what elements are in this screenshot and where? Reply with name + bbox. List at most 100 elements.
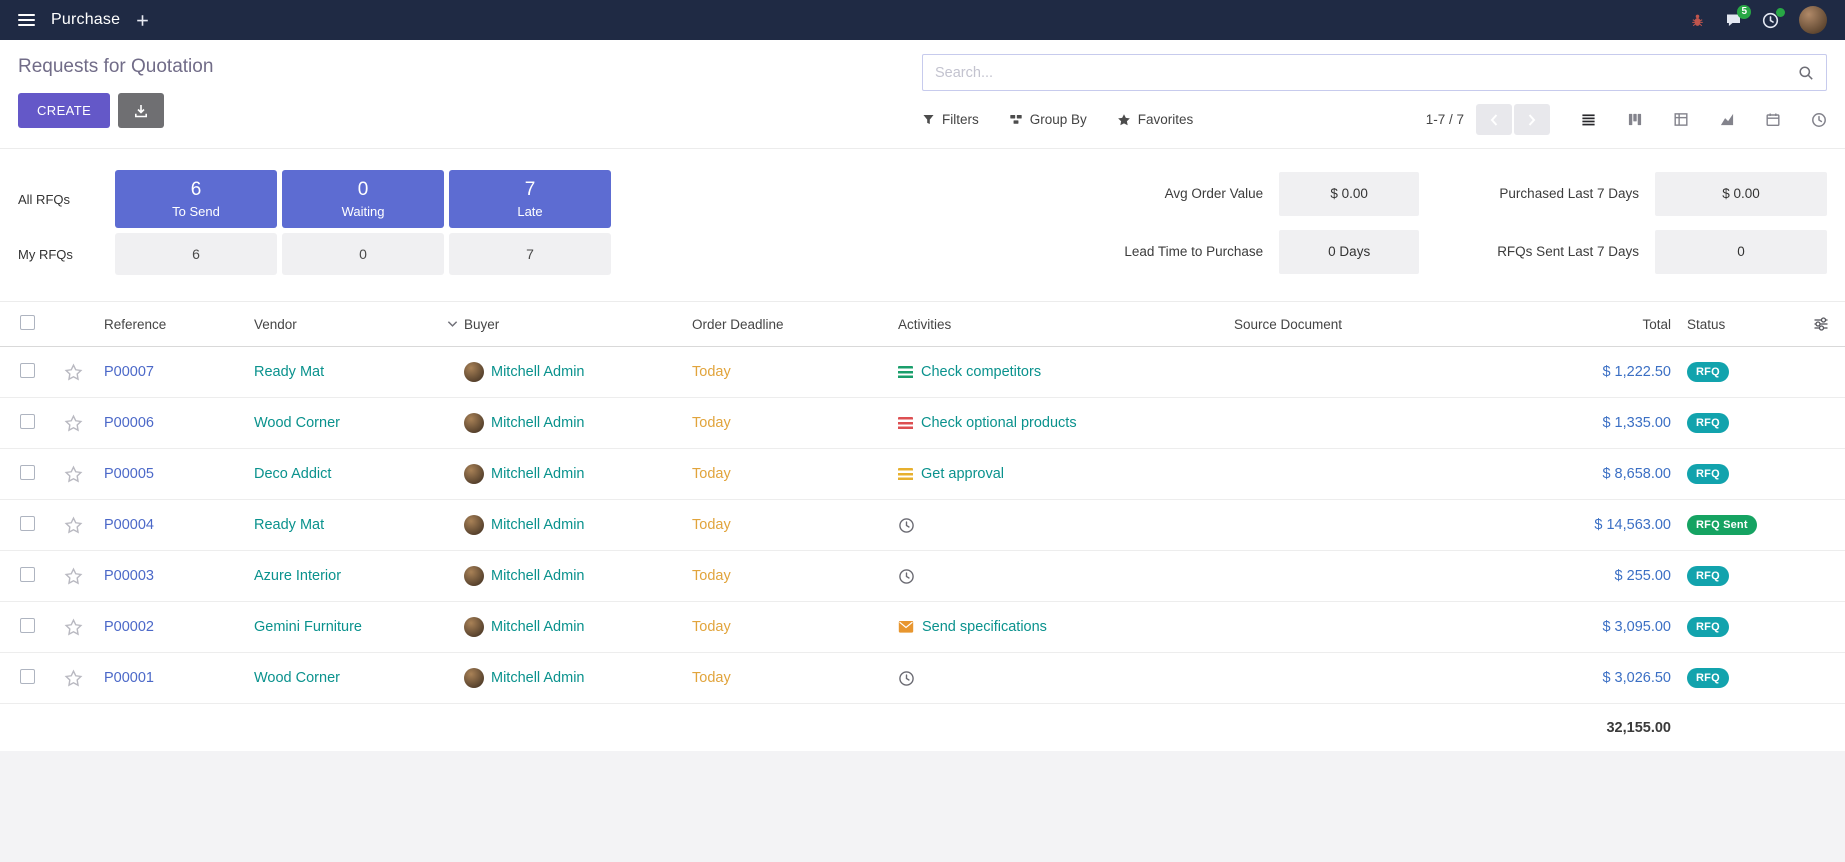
column-header-order-deadline[interactable]: Order Deadline	[692, 317, 898, 332]
table-row[interactable]: P00002 Gemini Furniture Mitchell Admin T…	[0, 602, 1845, 653]
buyer-link[interactable]: Mitchell Admin	[491, 568, 584, 584]
pivot-view-icon[interactable]	[1673, 112, 1689, 127]
column-header-reference[interactable]: Reference	[104, 317, 254, 332]
group-by-button[interactable]: Group By	[1009, 112, 1087, 127]
reference-link[interactable]: P00005	[104, 466, 154, 482]
reference-link[interactable]: P00003	[104, 568, 154, 584]
column-header-vendor[interactable]: Vendor	[254, 317, 464, 332]
activity-view-icon[interactable]	[1811, 112, 1827, 128]
checklist-icon[interactable]	[898, 468, 913, 481]
calendar-view-icon[interactable]	[1765, 112, 1781, 127]
kpi-value-avg-order-value[interactable]: $ 0.00	[1279, 172, 1419, 216]
activities-clock-icon[interactable]	[1762, 12, 1779, 29]
create-button[interactable]: CREATE	[18, 93, 110, 128]
reference-link[interactable]: P00001	[104, 670, 154, 686]
buyer-link[interactable]: Mitchell Admin	[491, 415, 584, 431]
checklist-icon[interactable]	[898, 417, 913, 430]
star-icon[interactable]	[64, 465, 83, 484]
purchase-dashboard: All RFQs 6 To Send 0 Waiting 7 Late My R…	[0, 149, 1845, 301]
star-icon[interactable]	[64, 567, 83, 586]
pager-next-button[interactable]	[1514, 104, 1550, 135]
reference-link[interactable]: P00002	[104, 619, 154, 635]
activity-label[interactable]: Check optional products	[921, 415, 1077, 431]
app-name[interactable]: Purchase	[51, 11, 120, 29]
user-avatar[interactable]	[1799, 6, 1827, 34]
message-count-badge: 5	[1737, 5, 1751, 19]
reference-link[interactable]: P00006	[104, 415, 154, 431]
buyer-link[interactable]: Mitchell Admin	[491, 670, 584, 686]
kanban-view-icon[interactable]	[1627, 112, 1643, 127]
my-stat-to-send[interactable]: 6	[115, 233, 277, 275]
star-icon[interactable]	[64, 669, 83, 688]
stat-card-to-send[interactable]: 6 To Send	[115, 170, 277, 228]
column-header-total[interactable]: Total	[1511, 317, 1671, 332]
star-icon[interactable]	[64, 414, 83, 433]
star-icon[interactable]	[64, 516, 83, 535]
table-row[interactable]: P00007 Ready Mat Mitchell Admin Today Ch…	[0, 347, 1845, 398]
row-checkbox[interactable]	[20, 363, 35, 378]
plus-icon[interactable]	[136, 14, 149, 27]
row-checkbox[interactable]	[20, 567, 35, 582]
list-view-icon[interactable]	[1580, 112, 1597, 127]
reference-link[interactable]: P00007	[104, 364, 154, 380]
checklist-icon[interactable]	[898, 366, 913, 379]
stat-card-late[interactable]: 7 Late	[449, 170, 611, 228]
stat-card-waiting[interactable]: 0 Waiting	[282, 170, 444, 228]
optional-columns-icon[interactable]	[1813, 316, 1829, 332]
column-header-activities[interactable]: Activities	[898, 317, 1234, 332]
table-row[interactable]: P00003 Azure Interior Mitchell Admin Tod…	[0, 551, 1845, 602]
filters-button[interactable]: Filters	[922, 112, 979, 127]
favorites-button[interactable]: Favorites	[1117, 112, 1194, 127]
bug-icon[interactable]	[1690, 13, 1705, 28]
row-checkbox[interactable]	[20, 669, 35, 684]
kpi-value-lead-time[interactable]: 0 Days	[1279, 230, 1419, 274]
clock-icon[interactable]	[898, 517, 915, 534]
column-header-source-document[interactable]: Source Document	[1234, 317, 1511, 332]
buyer-link[interactable]: Mitchell Admin	[491, 364, 584, 380]
vendor-link[interactable]: Wood Corner	[254, 670, 340, 686]
pager-previous-button[interactable]	[1476, 104, 1512, 135]
clock-icon[interactable]	[898, 670, 915, 687]
clock-icon[interactable]	[898, 568, 915, 585]
table-row[interactable]: P00001 Wood Corner Mitchell Admin Today …	[0, 653, 1845, 704]
vendor-link[interactable]: Azure Interior	[254, 568, 341, 584]
kpi-value-purchased-last-7-days[interactable]: $ 0.00	[1655, 172, 1827, 216]
select-all-checkbox[interactable]	[20, 315, 35, 330]
column-header-buyer[interactable]: Buyer	[464, 317, 692, 332]
table-row[interactable]: P00004 Ready Mat Mitchell Admin Today $ …	[0, 500, 1845, 551]
export-button[interactable]	[118, 93, 164, 128]
row-checkbox[interactable]	[20, 414, 35, 429]
reference-link[interactable]: P00004	[104, 517, 154, 533]
buyer-link[interactable]: Mitchell Admin	[491, 517, 584, 533]
search-icon[interactable]	[1798, 65, 1814, 81]
search-input[interactable]	[935, 65, 1798, 81]
envelope-icon[interactable]	[898, 620, 914, 634]
star-icon[interactable]	[64, 363, 83, 382]
my-rfqs-label: My RFQs	[18, 247, 110, 262]
column-header-status[interactable]: Status	[1671, 317, 1789, 332]
star-icon[interactable]	[64, 618, 83, 637]
vendor-link[interactable]: Gemini Furniture	[254, 619, 362, 635]
vendor-link[interactable]: Ready Mat	[254, 364, 324, 380]
activity-label[interactable]: Check competitors	[921, 364, 1041, 380]
buyer-link[interactable]: Mitchell Admin	[491, 619, 584, 635]
activity-label[interactable]: Send specifications	[922, 619, 1047, 635]
vendor-link[interactable]: Ready Mat	[254, 517, 324, 533]
table-row[interactable]: P00006 Wood Corner Mitchell Admin Today …	[0, 398, 1845, 449]
messages-icon[interactable]: 5	[1725, 12, 1742, 28]
graph-view-icon[interactable]	[1719, 112, 1735, 127]
pager-text: 1-7 / 7	[1426, 112, 1464, 127]
row-checkbox[interactable]	[20, 465, 35, 480]
row-checkbox[interactable]	[20, 618, 35, 633]
row-checkbox[interactable]	[20, 516, 35, 531]
vendor-link[interactable]: Deco Addict	[254, 466, 331, 482]
my-stat-waiting[interactable]: 0	[282, 233, 444, 275]
my-stat-late[interactable]: 7	[449, 233, 611, 275]
search-box[interactable]	[922, 54, 1827, 91]
activity-label[interactable]: Get approval	[921, 466, 1004, 482]
vendor-link[interactable]: Wood Corner	[254, 415, 340, 431]
kpi-value-rfqs-sent-last-7-days[interactable]: 0	[1655, 230, 1827, 274]
table-row[interactable]: P00005 Deco Addict Mitchell Admin Today …	[0, 449, 1845, 500]
menu-icon[interactable]	[18, 14, 35, 26]
buyer-link[interactable]: Mitchell Admin	[491, 466, 584, 482]
